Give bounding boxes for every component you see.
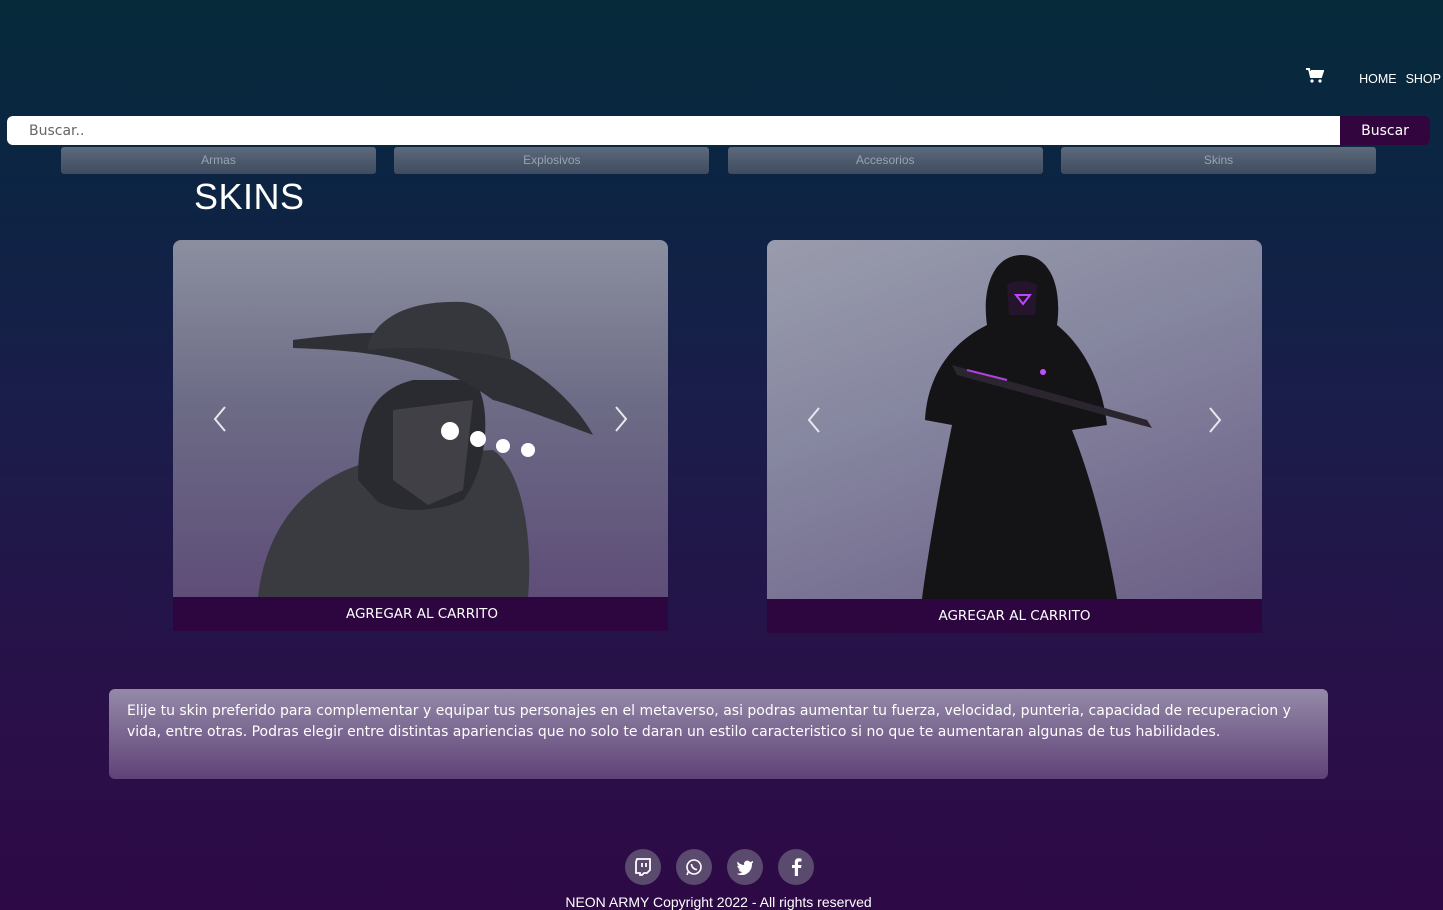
top-nav: HOME SHOP [1306, 68, 1441, 86]
carousel-prev-icon[interactable] [804, 405, 824, 435]
product-image-carousel [173, 240, 668, 597]
category-bar: Armas Explosivos Accesorios Skins [61, 147, 1376, 174]
nav-shop-link[interactable]: SHOP [1406, 72, 1441, 86]
carousel-next-icon[interactable] [611, 404, 631, 434]
category-skins-button[interactable]: Skins [1060, 147, 1376, 174]
facebook-icon[interactable] [778, 849, 814, 885]
nav-home-link[interactable]: HOME [1359, 72, 1397, 86]
skin-hat-mask-image [258, 301, 593, 597]
product-image-carousel [767, 240, 1262, 599]
search-bar: Buscar [7, 116, 1430, 145]
category-explosivos-button[interactable]: Explosivos [394, 147, 710, 174]
search-button[interactable]: Buscar [1340, 116, 1430, 145]
skins-description: Elije tu skin preferido para complementa… [109, 689, 1328, 779]
product-card: AGREGAR AL CARRITO [767, 240, 1262, 633]
cart-icon[interactable] [1306, 68, 1325, 84]
category-accesorios-button[interactable]: Accesorios [727, 147, 1043, 174]
footer-copyright: NEON ARMY Copyright 2022 - All rights re… [565, 894, 872, 910]
skin-hooded-figure-image [922, 255, 1152, 599]
add-to-cart-button[interactable]: AGREGAR AL CARRITO [767, 599, 1262, 633]
twitter-icon[interactable] [727, 849, 763, 885]
product-card: AGREGAR AL CARRITO [173, 240, 668, 631]
page-title: SKINS [194, 176, 305, 217]
carousel-next-icon[interactable] [1205, 405, 1225, 435]
social-links [625, 849, 814, 885]
whatsapp-icon[interactable] [676, 849, 712, 885]
search-input[interactable] [7, 116, 1340, 145]
add-to-cart-button[interactable]: AGREGAR AL CARRITO [173, 597, 668, 631]
carousel-prev-icon[interactable] [210, 404, 230, 434]
twitch-icon[interactable] [625, 849, 661, 885]
category-armas-button[interactable]: Armas [61, 147, 376, 174]
